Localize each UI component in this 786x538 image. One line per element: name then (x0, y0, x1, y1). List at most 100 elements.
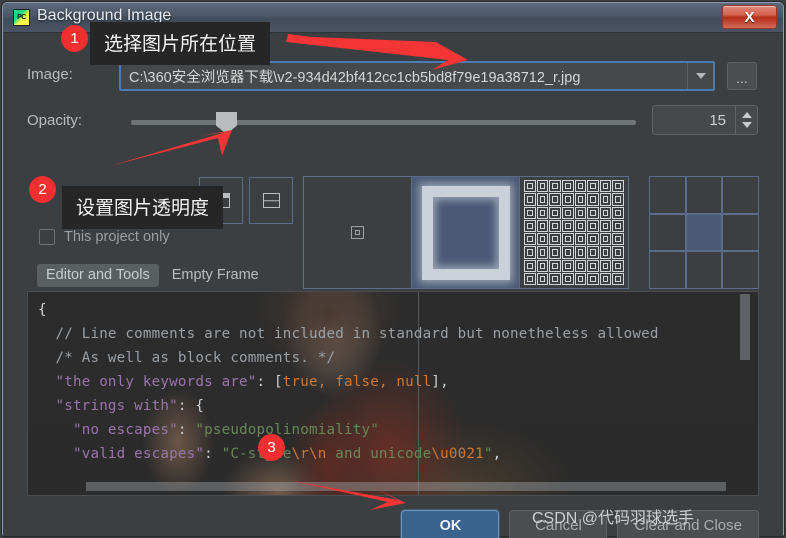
image-row: Image: C:\360安全浏览器下载\v2-934d42bf412cc1cb… (27, 61, 757, 91)
center-icon (351, 226, 364, 239)
pycharm-icon: PC (13, 9, 30, 26)
tile-pattern-cell (549, 246, 561, 259)
tile-pattern-cell (536, 233, 549, 246)
tile-pattern-cell (574, 193, 587, 206)
opacity-slider-track[interactable] (131, 120, 636, 125)
code-token: { (38, 302, 47, 318)
fill-mode-scale[interactable] (412, 177, 520, 288)
tile-pattern-cell (536, 246, 549, 259)
screenshot-root: PC Background Image X Image: C:\360安全浏览器… (0, 0, 786, 538)
code-token: ], (431, 374, 449, 390)
tile-pattern-cell (561, 272, 574, 285)
anchor-cell-5[interactable] (722, 213, 759, 252)
anchor-cell-6[interactable] (649, 251, 686, 289)
tile-pattern-cell (549, 233, 561, 246)
tile-pattern-cell (612, 246, 624, 259)
opacity-row: Opacity: 15 (27, 105, 758, 139)
tile-pattern-cell (587, 259, 599, 272)
tile-pattern-cell (612, 206, 624, 219)
annotation-badge-3: 3 (258, 434, 285, 461)
preview-tabs: Editor and Tools Empty Frame (37, 264, 268, 287)
code-line: /* As well as block comments. */ (38, 346, 758, 370)
code-token: true, false, null (282, 374, 432, 390)
tile-pattern-cell (561, 233, 574, 246)
tile-pattern-cell (549, 219, 561, 232)
code-token: : (204, 446, 222, 462)
code-token: , (492, 446, 502, 462)
tile-pattern-cell (599, 259, 612, 272)
tile-pattern-cell (549, 180, 561, 193)
code-token: " (483, 446, 493, 462)
code-token: "pseudopolinomiality" (195, 422, 379, 438)
fill-mode-center[interactable] (304, 177, 412, 288)
tile-pattern-cell (599, 246, 612, 259)
chevron-down-icon (695, 73, 706, 79)
annotation-badge-1: 1 (61, 25, 88, 52)
opacity-slider-thumb[interactable] (216, 112, 237, 134)
code-line: "strings with": { (38, 394, 758, 418)
tile-pattern-cell (587, 272, 599, 285)
tile-pattern-cell (587, 219, 599, 232)
tile-pattern-cell (599, 272, 612, 285)
tile-pattern-cell (587, 233, 599, 246)
anchor-position-grid (649, 176, 759, 289)
anchor-cell-0[interactable] (649, 176, 686, 214)
this-project-only-checkbox[interactable] (39, 229, 55, 245)
tile-pattern-cell (574, 206, 587, 219)
scale-icon (421, 185, 510, 280)
anchor-cell-1[interactable] (685, 176, 723, 214)
close-button[interactable]: X (722, 5, 777, 29)
code-line: "the only keywords are": [true, false, n… (38, 370, 758, 394)
tile-pattern-cell (536, 193, 549, 206)
horizontal-scrollbar[interactable] (86, 482, 726, 491)
code-token: "no escapes" (38, 422, 178, 438)
tile-pattern-cell (549, 272, 561, 285)
tab-editor-and-tools[interactable]: Editor and Tools (37, 264, 159, 287)
tile-pattern-cell (612, 180, 624, 193)
browse-button[interactable]: ... (727, 62, 757, 90)
image-path-combobox[interactable]: C:\360安全浏览器下载\v2-934d42bf412cc1cb5bd8f79… (119, 61, 715, 91)
tile-pattern-cell (561, 246, 574, 259)
anchor-cell-4[interactable] (685, 213, 723, 252)
preview-code-lines: { // Line comments are not included in s… (28, 292, 758, 495)
code-line: { (38, 298, 758, 322)
fill-mode-tile[interactable] (520, 177, 628, 288)
anchor-cell-2[interactable] (722, 176, 759, 214)
image-path-input[interactable]: C:\360安全浏览器下载\v2-934d42bf412cc1cb5bd8f79… (121, 66, 687, 87)
anchor-cell-7[interactable] (685, 251, 723, 289)
this-project-only-row[interactable]: This project only (39, 229, 170, 245)
tile-pattern-cell (536, 272, 549, 285)
opacity-spinner[interactable]: 15 (652, 105, 758, 135)
ok-button[interactable]: OK (401, 510, 500, 538)
tile-pattern-cell (561, 180, 574, 193)
anchor-cell-3[interactable] (649, 213, 686, 252)
opacity-stepper[interactable] (735, 106, 757, 134)
code-line: "valid escapes": "C-style\r\n and unicod… (38, 442, 758, 466)
vertical-scrollbar[interactable] (740, 294, 750, 360)
tile-pattern-cell (574, 246, 587, 259)
stepper-down-icon[interactable] (741, 122, 752, 128)
annotation-tooltip-1: 选择图片所在位置 (90, 22, 271, 65)
tile-pattern-cell (612, 272, 624, 285)
tile-pattern-cell (561, 259, 574, 272)
tile-pattern-cell (524, 233, 536, 246)
preview-editor: { // Line comments are not included in s… (27, 291, 759, 496)
tile-pattern-cell (549, 193, 561, 206)
tile-pattern-cell (574, 180, 587, 193)
tile-pattern-cell (599, 233, 612, 246)
image-path-dropdown-button[interactable] (687, 63, 713, 89)
code-token: "strings with" (38, 398, 178, 414)
split-horizontal-icon (262, 193, 280, 208)
tile-pattern-cell (561, 219, 574, 232)
anchor-cell-8[interactable] (722, 251, 759, 289)
tab-empty-frame[interactable]: Empty Frame (163, 264, 268, 287)
stepper-up-icon[interactable] (741, 112, 752, 118)
background-image-dialog: PC Background Image X Image: C:\360安全浏览器… (2, 2, 784, 538)
tile-pattern-cell (612, 219, 624, 232)
split-horizontal-button[interactable] (249, 177, 293, 224)
opacity-value[interactable]: 15 (653, 106, 735, 134)
fill-mode-tiles (303, 176, 629, 289)
tile-pattern-cell (612, 193, 624, 206)
code-token: : (177, 422, 196, 438)
tile-pattern-cell (561, 193, 574, 206)
